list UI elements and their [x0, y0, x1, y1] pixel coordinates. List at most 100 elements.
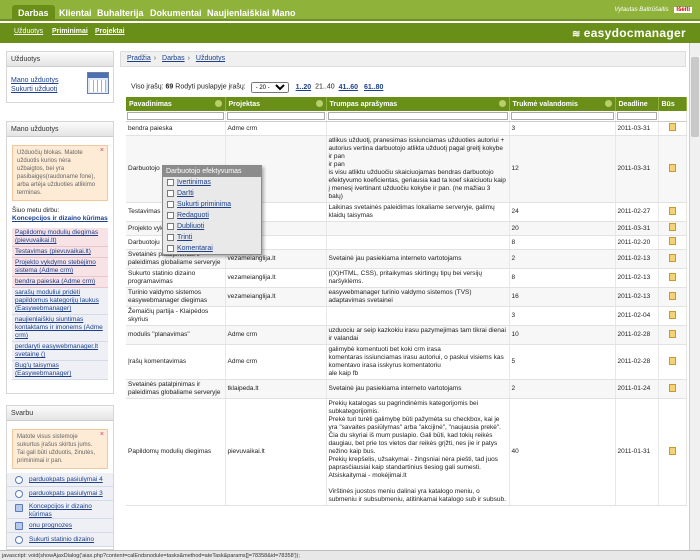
filter-input[interactable]: [510, 112, 614, 120]
note-icon[interactable]: [668, 253, 676, 262]
sort-icon[interactable]: [604, 100, 612, 107]
table-cell-status[interactable]: [658, 121, 687, 136]
link-mano-uzduotys[interactable]: Mano užduotys: [11, 77, 58, 84]
calendar-icon[interactable]: [87, 72, 109, 94]
note-icon[interactable]: [668, 329, 676, 338]
note-icon[interactable]: [668, 310, 676, 319]
menu-item-label[interactable]: Trinti: [177, 234, 192, 241]
subtab-uzduotys[interactable]: Užduotys: [14, 28, 43, 35]
svarbu-item-link[interactable]: Koncepcijos ir dizaino kūrimas: [29, 503, 92, 518]
tab-naujienlaiskiai[interactable]: Naujienlaiškiai: [201, 5, 276, 21]
list-item-link[interactable]: Projekto vykdymo stebėjimo sistema (Adme…: [15, 259, 96, 274]
note-icon[interactable]: [668, 383, 676, 392]
table-cell-status[interactable]: [658, 221, 687, 236]
table-row[interactable]: bendra paieska Adme crm 3 2011-03-31: [126, 121, 687, 136]
svarbu-item[interactable]: Sukurti statinio dizaino: [7, 533, 113, 547]
list-item-link[interactable]: sarašų moduliui pridėti papildomus kateg…: [15, 289, 99, 312]
table-cell-status[interactable]: [658, 325, 687, 345]
page-link[interactable]: 1..20: [296, 84, 312, 91]
table-cell-name[interactable]: Papildomų modulių diegimas: [126, 398, 226, 506]
col-header-trukme[interactable]: Trukmė valandomis: [509, 97, 616, 111]
table-cell-name[interactable]: Sukurto statinio dizaino programavimas: [126, 268, 226, 288]
list-item-link[interactable]: Bug'ų taisymas (Easywebmanager): [15, 362, 71, 377]
page-link[interactable]: 61..80: [364, 84, 383, 91]
table-cell-status[interactable]: [658, 306, 687, 326]
menu-item-label[interactable]: Sukurti priminima: [177, 201, 231, 208]
current-task-link[interactable]: Koncepcijos ir dizaino kūrimas: [12, 215, 108, 222]
table-row[interactable]: Turinio valdymo sistemos easywebmanager …: [126, 287, 687, 307]
note-icon[interactable]: [668, 163, 676, 172]
sort-icon[interactable]: [214, 100, 222, 107]
tab-mano[interactable]: Mano: [266, 5, 302, 21]
page-link[interactable]: 41..60: [339, 84, 358, 91]
list-item-link[interactable]: Testavimas (pievuvaikai.lt): [15, 248, 91, 255]
filter-input[interactable]: [616, 112, 657, 120]
list-item[interactable]: perdaryti easywebmanager.lt svetainę (): [12, 342, 108, 361]
filter-input[interactable]: [127, 112, 224, 120]
svarbu-item[interactable]: parduokpats pasiulymai 3: [7, 487, 113, 501]
per-page-select[interactable]: - 20 -: [250, 82, 289, 93]
col-header-busena[interactable]: Būs: [658, 97, 687, 111]
vertical-scrollbar[interactable]: [689, 43, 700, 550]
svarbu-item-link[interactable]: onu prognozes: [29, 522, 72, 529]
list-item[interactable]: Projekto vykdymo stebėjimo sistema (Adme…: [12, 258, 108, 277]
close-icon[interactable]: ×: [100, 431, 104, 439]
close-icon[interactable]: ×: [100, 147, 104, 155]
menu-item-ivertinimas[interactable]: Įvertinimas: [163, 177, 261, 188]
table-cell-name[interactable]: modulis "planavimas": [126, 325, 226, 345]
menu-item-dubliuoti[interactable]: Dubliuoti: [163, 221, 261, 232]
svarbu-item-link[interactable]: parduokpats pasiulymai 4: [29, 476, 103, 483]
note-icon[interactable]: [668, 356, 676, 365]
table-row[interactable]: Svetainės patalpinimas ir paleidimas glo…: [126, 379, 687, 399]
menu-item-label[interactable]: Redaguoti: [177, 212, 209, 219]
tab-dokumentai[interactable]: Dokumentai: [144, 5, 208, 21]
list-item[interactable]: sarašų moduliui pridėti papildomus kateg…: [12, 288, 108, 315]
note-icon[interactable]: [668, 291, 676, 300]
sort-icon[interactable]: [315, 100, 323, 107]
note-icon[interactable]: [668, 223, 676, 231]
col-header-deadline[interactable]: Deadline: [615, 97, 659, 111]
note-icon[interactable]: [668, 206, 676, 215]
list-item-link[interactable]: perdaryti easywebmanager.lt svetainę (): [15, 343, 98, 358]
note-icon[interactable]: [668, 446, 676, 455]
table-cell-status[interactable]: [658, 379, 687, 399]
svarbu-item[interactable]: Koncepcijos ir dizaino kūrimas: [7, 501, 113, 519]
logout-button[interactable]: Išeiti: [674, 7, 692, 13]
table-cell-status[interactable]: [658, 344, 687, 380]
table-cell-name[interactable]: bendra paieska: [126, 121, 226, 136]
table-cell-status[interactable]: [658, 398, 687, 506]
table-cell-status[interactable]: [658, 287, 687, 307]
table-cell-status[interactable]: [658, 235, 687, 250]
menu-item-darti[interactable]: Darīti: [163, 188, 261, 199]
subtab-projektai[interactable]: Projektai: [95, 28, 125, 35]
svarbu-item[interactable]: onu prognozes: [7, 519, 113, 533]
list-item[interactable]: Papildomų modulių diegimas (pievuvaikai.…: [12, 228, 108, 247]
note-icon[interactable]: [668, 237, 676, 245]
scrollbar-thumb[interactable]: [691, 57, 699, 137]
list-item[interactable]: Bug'ų taisymas (Easywebmanager): [12, 361, 108, 380]
menu-item-redaguoti[interactable]: Redaguoti: [163, 210, 261, 221]
table-cell-name[interactable]: Svetainės patalpinimas ir paleidimas glo…: [126, 379, 226, 399]
note-icon[interactable]: [668, 123, 676, 131]
table-cell-status[interactable]: [658, 202, 687, 222]
menu-item-label[interactable]: Komentarai: [177, 245, 213, 252]
list-item[interactable]: naujienlaiškių siuntimas kontaktams ir i…: [12, 315, 108, 342]
menu-item-trinti[interactable]: Trinti: [163, 232, 261, 243]
menu-item-komentarai[interactable]: Komentarai: [163, 243, 261, 254]
table-row[interactable]: modulis "planavimas" Adme crm uzduociu ar …: [126, 325, 687, 345]
table-row[interactable]: Įrašų komentavimas Adme crm galimybė komen…: [126, 344, 687, 380]
list-item-link[interactable]: bendra paieska (Adme crm): [15, 278, 95, 285]
list-item-link[interactable]: Papildomų modulių diegimas (pievuvaikai.…: [15, 229, 98, 244]
menu-item-label[interactable]: Įvertinimas: [177, 179, 211, 186]
breadcrumb-home[interactable]: Pradžia: [127, 55, 151, 62]
subtab-priminimai[interactable]: Priminimai: [52, 28, 88, 35]
list-item[interactable]: Testavimas (pievuvaikai.lt): [12, 247, 108, 258]
list-item-link[interactable]: naujienlaiškių siuntimas kontaktams ir i…: [15, 316, 103, 339]
col-header-aprasymas[interactable]: Trumpas aprašymas: [326, 97, 510, 111]
breadcrumb-uzduotys[interactable]: Užduotys: [196, 55, 225, 62]
svarbu-item-link[interactable]: Sukurti statinio dizaino: [29, 536, 94, 543]
breadcrumb-darbas[interactable]: Darbas: [162, 55, 185, 62]
table-row[interactable]: Sukurto statinio dizaino programavimas ve…: [126, 268, 687, 288]
table-row[interactable]: Papildomų modulių diegimas pievuvaikai.lt…: [126, 398, 687, 506]
note-icon[interactable]: [668, 272, 676, 281]
